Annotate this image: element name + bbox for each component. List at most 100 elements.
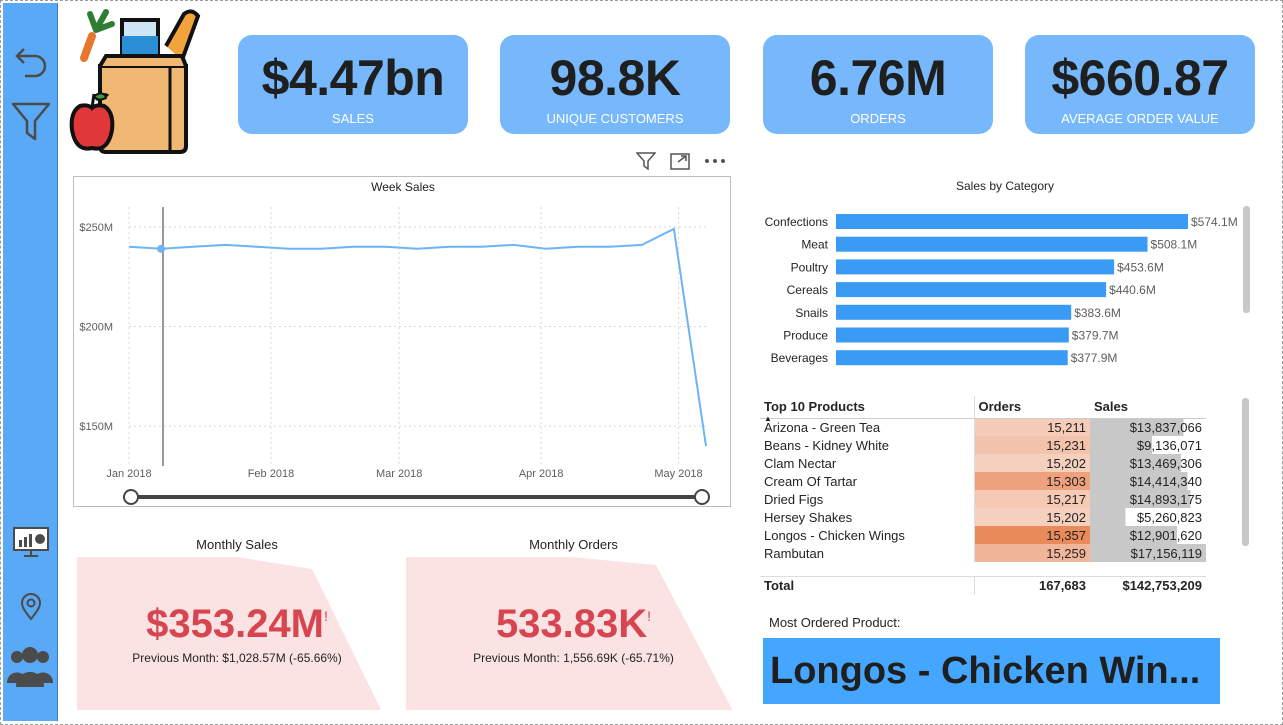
product-cell: Clam Nectar [764,455,837,471]
focus-mode-icon[interactable] [670,153,690,170]
sales-cell: $13,837,066 [1090,418,1206,436]
category-bar[interactable] [836,350,1068,366]
category-bar[interactable] [836,236,1148,252]
data-point[interactable] [157,244,166,253]
x-tick-label: Mar 2018 [376,468,422,480]
x-tick-label: Apr 2018 [519,468,564,480]
card-value: 533.83K! [495,602,652,646]
orders-cell: 15,217 [973,490,1090,508]
kpi-label: ORDERS [850,111,906,126]
category-label: Poultry [791,260,828,274]
table-row-clipped [760,568,1210,576]
product-cell: Hersey Shakes [764,509,853,525]
monthly-sales-card[interactable]: Monthly Sales $353.24M! Previous Month: … [77,535,397,710]
data-label: $377.9M [1071,351,1118,365]
orders-cell: 15,357 [973,526,1090,544]
alert-icon: ! [324,608,328,624]
y-tick-label: $250M [79,222,113,234]
most-ordered-product-label: Most Ordered Product: [769,615,901,630]
table-row[interactable]: Beans - Kidney White 15,231 $9,136,071 [760,436,1206,454]
sort-ascending-icon: ▲ [764,414,772,423]
sales-cell: $14,414,340 [1090,472,1206,490]
x-tick-label: Feb 2018 [248,468,294,480]
data-label: $508.1M [1151,238,1198,252]
category-label: Confections [765,215,828,229]
range-slider-handle-start[interactable] [123,489,139,505]
kpi-value: $4.47bn [261,50,445,106]
card-value: $353.24M! [146,602,328,646]
most-ordered-product-card[interactable]: Longos - Chicken Win... [763,638,1220,704]
product-cell: Beans - Kidney White [764,437,890,453]
data-label: $379.7M [1072,329,1119,343]
orders-cell: 15,202 [973,508,1090,526]
header-sales[interactable]: Sales [1090,396,1206,419]
table-row[interactable]: Cream Of Tartar 15,303 $14,414,340 [760,472,1206,490]
week-sales-chart: Week Sales $150M $200M $250M Jan 2018 Feb 2… [79,180,710,505]
total-orders: 167,683 [973,576,1090,595]
orders-cell: 15,202 [973,454,1090,472]
category-bar[interactable] [836,282,1107,298]
data-label: $383.6M [1074,306,1121,320]
users-group-icon[interactable] [5,645,55,687]
category-scrollbar[interactable] [1243,206,1250,313]
product-cell: Arizona - Green Tea [764,419,881,435]
kpi-sales[interactable]: $4.47bn SALES [238,35,468,134]
table-total-row: Total 167,683 $142,753,209 [760,576,1206,595]
sidebar [3,3,58,721]
sales-by-category-chart: Sales by Category Confections $574.1M Meat… [765,179,1238,366]
card-title: Monthly Orders [529,537,618,552]
week-sales-visual[interactable]: Week Sales $150M $200M $250M Jan 2018 Feb 2… [73,176,731,507]
sales-cell: $12,901,620 [1090,526,1206,544]
orders-cell: 15,211 [973,418,1090,436]
range-slider-handle-end[interactable] [694,489,710,505]
data-label: $440.6M [1109,283,1156,297]
monthly-orders-card[interactable]: Monthly Orders 533.83K! Previous Month: … [406,535,741,710]
table-row[interactable]: Arizona - Green Tea 15,211 $13,837,066 [760,418,1206,436]
header-orders[interactable]: Orders [973,396,1090,419]
table-row[interactable]: Dried Figs 15,217 $14,893,175 [760,490,1206,508]
sales-cell: $13,469,306 [1090,454,1206,472]
alert-icon: ! [647,608,652,624]
sales-cell: $14,893,175 [1090,490,1206,508]
card-title: Monthly Sales [196,537,278,552]
top-products-table[interactable]: Top 10 Products ▲ Orders Sales Arizona -… [760,396,1255,596]
kpi-orders[interactable]: 6.76M ORDERS [763,35,993,134]
kpi-value: $660.87 [1051,50,1229,106]
kpi-label: AVERAGE ORDER VALUE [1061,111,1219,126]
category-bar[interactable] [836,304,1072,320]
location-pin-icon[interactable] [10,586,52,628]
category-label: Snails [795,306,828,320]
category-label: Produce [783,329,828,343]
table-row[interactable]: Hersey Shakes 15,202 $5,260,823 [760,508,1206,526]
kpi-unique-customers[interactable]: 98.8K UNIQUE CUSTOMERS [500,35,730,134]
card-comparison: Previous Month: $1,028.57M (-65.66%) [132,651,342,665]
chart-title: Week Sales [371,180,435,194]
sales-cell: $9,136,071 [1090,436,1206,454]
filter-icon[interactable] [636,152,656,170]
table-row[interactable]: Rambutan 15,259 $17,156,119 [760,544,1206,562]
kpi-label: UNIQUE CUSTOMERS [546,111,684,126]
filter-icon[interactable] [10,101,52,143]
table-row[interactable]: Clam Nectar 15,202 $13,469,306 [760,454,1206,472]
category-bar[interactable] [836,259,1115,275]
presentation-chart-icon[interactable] [10,521,52,563]
product-cell: Cream Of Tartar [764,473,857,489]
kpi-value: 6.76M [809,50,947,106]
data-label: $453.6M [1117,260,1164,274]
orders-cell: 15,303 [973,472,1090,490]
category-bar[interactable] [836,327,1069,343]
kpi-average-order-value[interactable]: $660.87 AVERAGE ORDER VALUE [1025,35,1255,134]
category-label: Cereals [787,283,828,297]
category-bar[interactable] [836,214,1188,229]
sales-by-category-visual[interactable]: Sales by Category Confections $574.1M Meat… [760,176,1255,381]
table-scrollbar[interactable] [1242,398,1249,546]
series-line [128,227,707,447]
column-header-label: Top 10 Products [764,399,865,415]
table-row[interactable]: Longos - Chicken Wings 15,357 $12,901,620 [760,526,1206,544]
header-top-products[interactable]: Top 10 Products ▲ [760,396,974,423]
more-options-icon[interactable] [704,158,726,164]
category-label: Meat [801,238,828,252]
back-arrow-icon[interactable] [10,41,52,83]
most-ordered-product-value: Longos - Chicken Win... [770,650,1201,692]
kpi-label: SALES [332,111,374,126]
